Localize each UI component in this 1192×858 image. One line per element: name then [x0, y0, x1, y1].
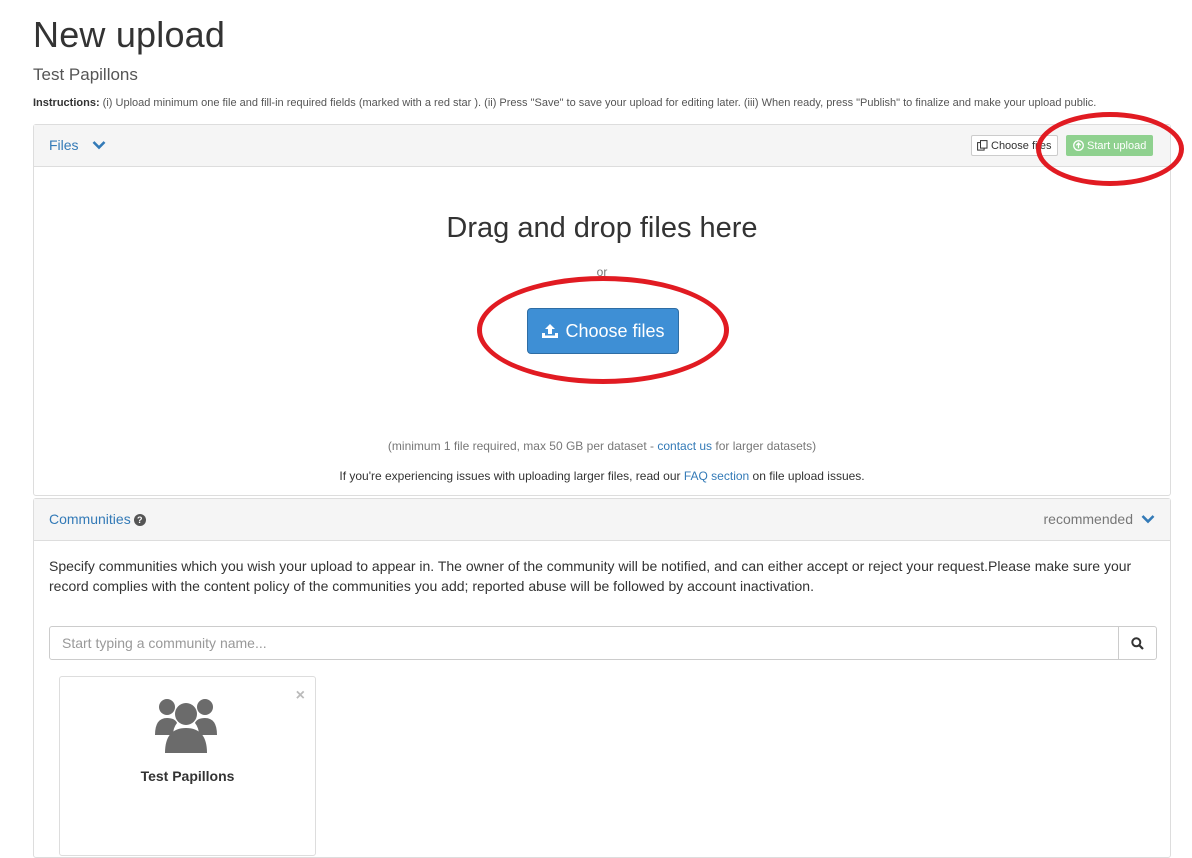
files-toggle[interactable]: Files	[49, 137, 106, 153]
users-icon	[155, 699, 217, 753]
files-panel-heading: Files Choose files Start upload	[34, 125, 1170, 167]
community-card-name: Test Papillons	[140, 768, 235, 784]
close-icon[interactable]: ×	[296, 687, 305, 705]
start-upload-label: Start upload	[1087, 139, 1147, 152]
faq-note-prefix: If you're experiencing issues with uploa…	[339, 469, 684, 483]
communities-panel-heading: Communities? recommended	[34, 499, 1170, 541]
chevron-down-icon	[1141, 515, 1155, 524]
community-card: × Test Papillons	[59, 676, 316, 856]
choose-files-label: Choose files	[565, 320, 665, 341]
communities-recommended-toggle[interactable]: recommended	[1044, 511, 1156, 527]
files-panel: Files Choose files Start upload Drag and…	[33, 124, 1171, 496]
upload-icon	[542, 324, 559, 338]
community-search-input[interactable]	[49, 626, 1119, 660]
instructions-label: Instructions:	[33, 97, 100, 109]
instructions: Instructions: (i) Upload minimum one fil…	[33, 97, 1096, 109]
communities-toggle[interactable]: Communities?	[49, 511, 146, 527]
contact-us-link[interactable]: contact us	[657, 439, 712, 453]
choose-files-small-label: Choose files	[991, 139, 1052, 152]
circle-arrow-up-icon	[1073, 140, 1084, 151]
faq-note: If you're experiencing issues with uploa…	[34, 469, 1170, 483]
communities-description: Specify communities which you wish your …	[49, 558, 1132, 594]
community-search-button[interactable]	[1118, 626, 1157, 660]
file-size-note: (minimum 1 file required, max 50 GB per …	[34, 439, 1170, 453]
instructions-text: (i) Upload minimum one file and fill-in …	[99, 97, 1097, 109]
or-separator: or	[596, 265, 608, 279]
search-icon	[1131, 636, 1144, 650]
choose-files-button[interactable]: Choose files	[527, 308, 679, 354]
chevron-down-icon	[93, 140, 106, 150]
question-circle-icon[interactable]: ?	[133, 514, 146, 527]
communities-panel: Communities? recommended Specify communi…	[33, 498, 1171, 858]
files-heading-label: Files	[49, 137, 79, 153]
drop-zone-title: Drag and drop files here	[446, 212, 758, 244]
communities-heading-label: Communities	[49, 511, 131, 527]
page-subtitle: Test Papillons	[33, 65, 138, 84]
file-size-note-prefix: (minimum 1 file required, max 50 GB per …	[387, 439, 658, 453]
faq-note-suffix: on file upload issues.	[749, 469, 865, 483]
recommended-label: recommended	[1043, 511, 1134, 527]
choose-files-small-button[interactable]: Choose files	[971, 135, 1058, 156]
start-upload-button[interactable]: Start upload	[1066, 135, 1154, 156]
page-title: New upload	[33, 14, 226, 55]
file-size-note-suffix: for larger datasets)	[712, 439, 817, 453]
copy-icon	[977, 140, 988, 151]
faq-link[interactable]: FAQ section	[684, 469, 749, 483]
